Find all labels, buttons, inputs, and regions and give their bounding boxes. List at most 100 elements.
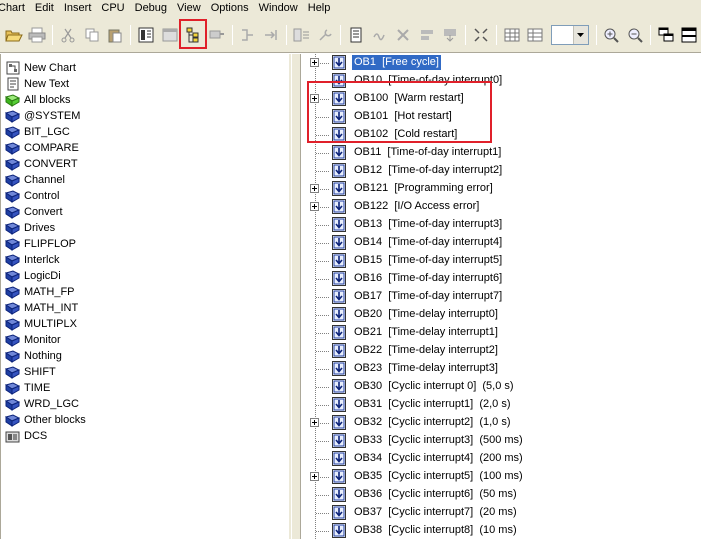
expand-plus-icon[interactable] [310, 202, 319, 211]
library-book-icon [4, 221, 21, 236]
library-item[interactable]: All blocks [4, 92, 289, 108]
ob-block-icon [332, 325, 346, 340]
ob-tree-row[interactable]: OB30 [Cyclic interrupt 0] (5,0 s) [301, 378, 701, 396]
menu-debug[interactable]: Debug [130, 0, 172, 17]
ob-tree-row[interactable]: OB1 [Free cycle] [301, 54, 701, 72]
ob-tree-row[interactable]: OB22 [Time-delay interrupt2] [301, 342, 701, 360]
catalog-button[interactable] [135, 24, 157, 46]
ob-tree-row[interactable]: OB102 [Cold restart] [301, 126, 701, 144]
runtime-groups-button[interactable] [179, 18, 208, 49]
ob-tree-row[interactable]: OB14 [Time-of-day interrupt4] [301, 234, 701, 252]
ob-tree-row[interactable]: OB36 [Cyclic interrupt6] (50 ms) [301, 486, 701, 504]
paste-button[interactable] [105, 24, 127, 46]
ob-tree-row[interactable]: OB31 [Cyclic interrupt1] (2,0 s) [301, 396, 701, 414]
library-item[interactable]: New Text [4, 76, 289, 92]
interconnect-button[interactable] [237, 24, 259, 46]
library-item[interactable]: MULTIPLX [4, 316, 289, 332]
expand-plus-icon[interactable] [310, 94, 319, 103]
ob-tree-row[interactable]: OB11 [Time-of-day interrupt1] [301, 144, 701, 162]
fit-window-button[interactable] [470, 24, 492, 46]
table-view-button[interactable] [501, 24, 523, 46]
expand-plus-icon[interactable] [310, 58, 319, 67]
ob-tree-row[interactable]: OB21 [Time-delay interrupt1] [301, 324, 701, 342]
library-item[interactable]: COMPARE [4, 140, 289, 156]
print-button[interactable] [27, 24, 49, 46]
parameters-button[interactable] [291, 24, 313, 46]
align-button[interactable] [416, 24, 438, 46]
library-item[interactable]: MATH_FP [4, 284, 289, 300]
library-item[interactable]: Drives [4, 220, 289, 236]
ob-tree-row[interactable]: OB16 [Time-of-day interrupt6] [301, 270, 701, 288]
ob-tree-row[interactable]: OB122 [I/O Access error] [301, 198, 701, 216]
ob-block-icon [332, 505, 346, 520]
menu-view[interactable]: View [172, 0, 206, 17]
library-item[interactable]: Monitor [4, 332, 289, 348]
menu-insert[interactable]: Insert [59, 0, 97, 17]
library-item[interactable]: @SYSTEM [4, 108, 289, 124]
zoom-in-button[interactable] [601, 24, 623, 46]
library-item[interactable]: TIME [4, 380, 289, 396]
toolbar [0, 17, 701, 53]
ob-tree-row[interactable]: OB35 [Cyclic interrupt5] (100 ms) [301, 468, 701, 486]
cut-button[interactable] [57, 24, 79, 46]
ob-tree-row[interactable]: OB33 [Cyclic interrupt3] (500 ms) [301, 432, 701, 450]
download-button[interactable] [440, 24, 462, 46]
ob-tree-row[interactable]: OB121 [Programming error] [301, 180, 701, 198]
library-item[interactable]: DCS [4, 428, 289, 444]
ob-tree-row[interactable]: OB101 [Hot restart] [301, 108, 701, 126]
library-item[interactable]: WRD_LGC [4, 396, 289, 412]
menu-cpu[interactable]: CPU [96, 0, 129, 17]
library-item[interactable]: Convert [4, 204, 289, 220]
library-item[interactable]: Nothing [4, 348, 289, 364]
pane-splitter[interactable] [291, 54, 301, 539]
library-item[interactable]: Control [4, 188, 289, 204]
tree-connector-line [316, 153, 330, 154]
ob-tree-row[interactable]: OB32 [Cyclic interrupt2] (1,0 s) [301, 414, 701, 432]
library-item[interactable]: Interlck [4, 252, 289, 268]
menu-window[interactable]: Window [254, 0, 303, 17]
zoom-combo[interactable] [551, 24, 589, 45]
ob-tree-row[interactable]: OB38 [Cyclic interrupt8] (10 ms) [301, 522, 701, 539]
ob-tree-row[interactable]: OB12 [Time-of-day interrupt2] [301, 162, 701, 180]
ob-tree-row[interactable]: OB10 [Time-of-day interrupt0] [301, 72, 701, 90]
copy-button[interactable] [81, 24, 103, 46]
menu-edit[interactable]: Edit [30, 0, 59, 17]
ob-tree-row[interactable]: OB15 [Time-of-day interrupt5] [301, 252, 701, 270]
menu-options[interactable]: Options [206, 0, 254, 17]
expand-plus-icon[interactable] [310, 472, 319, 481]
set-default-button[interactable] [315, 24, 337, 46]
sheet-view-button[interactable] [159, 24, 181, 46]
tools-button[interactable] [392, 24, 414, 46]
chevron-down-icon[interactable] [572, 25, 588, 44]
library-item[interactable]: LogicDi [4, 268, 289, 284]
library-item[interactable]: New Chart [4, 60, 289, 76]
library-item[interactable]: CONVERT [4, 156, 289, 172]
library-item[interactable]: Channel [4, 172, 289, 188]
ob-tree-row[interactable]: OB100 [Warm restart] [301, 90, 701, 108]
ob-tree-row[interactable]: OB17 [Time-of-day interrupt7] [301, 288, 701, 306]
compile-button[interactable] [345, 24, 367, 46]
cascade-windows-button[interactable] [655, 24, 677, 46]
go-to-button[interactable] [260, 24, 282, 46]
library-item[interactable]: BIT_LGC [4, 124, 289, 140]
library-item[interactable]: Other blocks [4, 412, 289, 428]
menu-help[interactable]: Help [303, 0, 336, 17]
ob-tree-row[interactable]: OB23 [Time-delay interrupt3] [301, 360, 701, 378]
ob-tree-row[interactable]: OB13 [Time-of-day interrupt3] [301, 216, 701, 234]
ob-tree-row[interactable]: OB37 [Cyclic interrupt7] (20 ms) [301, 504, 701, 522]
table-view-2-button[interactable] [525, 24, 547, 46]
expand-plus-icon[interactable] [310, 184, 319, 193]
zoom-out-button[interactable] [624, 24, 646, 46]
ob-tree-row[interactable]: OB34 [Cyclic interrupt4] (200 ms) [301, 450, 701, 468]
tile-windows-button[interactable] [678, 24, 700, 46]
library-item[interactable]: MATH_INT [4, 300, 289, 316]
chart-in-chart-button[interactable] [206, 24, 228, 46]
signature-button[interactable] [369, 24, 391, 46]
menu-chart[interactable]: Chart [0, 0, 30, 17]
ob-tree-row[interactable]: OB20 [Time-delay interrupt0] [301, 306, 701, 324]
open-folder-button[interactable] [3, 24, 25, 46]
expand-plus-icon[interactable] [310, 418, 319, 427]
library-item[interactable]: SHIFT [4, 364, 289, 380]
ob-tree-label: OB13 [Time-of-day interrupt3] [354, 218, 503, 230]
library-item[interactable]: FLIPFLOP [4, 236, 289, 252]
